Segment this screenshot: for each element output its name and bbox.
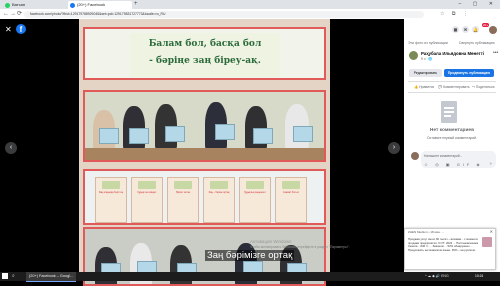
no-comments-title: Нет комментариев xyxy=(429,128,475,133)
profile-avatar[interactable] xyxy=(489,26,497,34)
search-icon[interactable]: ⌕ xyxy=(12,273,15,279)
banner-line-2: - бәріңе заң біреу-ақ. xyxy=(149,56,261,66)
edit-button[interactable]: Редактировать xyxy=(409,69,442,77)
comment-button[interactable]: 💬 Комментировать xyxy=(438,83,470,91)
commenter-avatar xyxy=(411,152,419,160)
tab-facebook[interactable]: (20+) Facebook xyxy=(68,1,132,9)
notification-thumbnail xyxy=(482,237,492,247)
photo-collage: Балам бол, басқа бол - бәріңе заң біреу-… xyxy=(79,19,330,286)
banner-panel: Балам бол, басқа бол - бәріңе заң біреу-… xyxy=(83,27,326,80)
post-actions: 👍 Нравится 💬 Комментировать ↪ Поделиться xyxy=(408,83,496,91)
divider xyxy=(408,92,496,93)
clock[interactable]: 10:24 xyxy=(475,272,483,281)
whatsapp-icon xyxy=(5,2,10,8)
close-icon[interactable]: ✕ xyxy=(490,230,493,234)
facebook-icon xyxy=(70,2,75,8)
post-links: Эти фото из публикации Свернуть публикац… xyxy=(408,41,500,45)
notification-header: ZHEN Medium • 18 мин. ... xyxy=(408,230,445,234)
tab-whatsapp[interactable]: Ватсап xyxy=(3,1,67,9)
students-panel-1 xyxy=(83,90,326,162)
url-field[interactable]: facebook.com/photo/?fbid=129179788929045… xyxy=(24,10,424,18)
no-comments-subtitle: Оставьте первый комментарий. xyxy=(427,136,477,140)
facebook-logo-icon[interactable]: f xyxy=(16,24,26,34)
extension-icons[interactable]: ☆ ⧉ ⋮ xyxy=(440,9,471,19)
posters-panel: Заң алдында бәрі тең Құқық пен міндет Әд… xyxy=(83,169,326,225)
close-icon[interactable]: ✕ xyxy=(5,25,12,34)
previous-photo-button[interactable]: ‹ xyxy=(5,142,17,154)
share-button[interactable]: ↪ Поделиться xyxy=(472,83,495,91)
tab-label: Ватсап xyxy=(12,2,25,7)
collapse-post-link[interactable]: Свернуть публикацию xyxy=(459,41,495,45)
notifications-icon[interactable]: 🔔 xyxy=(472,26,479,33)
reload-icon[interactable]: ⟳ xyxy=(17,9,22,19)
promote-post-button[interactable]: Продвинуть публикацию xyxy=(444,69,494,77)
more-options-icon[interactable]: ••• xyxy=(493,50,498,56)
system-tray[interactable]: ^ ☁ ◆ 🔊 ENG xyxy=(425,272,449,281)
comment-tool-icons[interactable]: ☺ ◎ ▣ GIF ◈ xyxy=(424,162,483,167)
notification-count-badge: 20+ xyxy=(482,23,490,27)
comment-placeholder: Напишите комментарий... xyxy=(424,154,463,158)
send-icon[interactable]: ➤ xyxy=(489,161,493,167)
forward-icon[interactable]: → xyxy=(10,9,16,19)
next-photo-button[interactable]: › xyxy=(388,142,400,154)
author-name[interactable]: Раҳубала Ильядовна Мөнетті xyxy=(421,51,484,56)
divider xyxy=(408,81,496,82)
back-icon[interactable]: ← xyxy=(3,9,9,19)
messenger-icon[interactable]: ✉ xyxy=(462,26,469,33)
slogan-banner: Балам бол, басқа бол - бәріңе заң біреу-… xyxy=(130,33,280,77)
tab-label: (20+) Facebook xyxy=(77,2,106,7)
photos-from-post-link[interactable]: Эти фото из публикации xyxy=(408,41,448,45)
post-meta: 9 ч · 🌐 xyxy=(421,57,433,61)
like-button[interactable]: 👍 Нравится xyxy=(414,83,434,91)
windows-start-icon[interactable] xyxy=(2,273,8,279)
menu-grid-icon[interactable]: ▦ xyxy=(452,26,459,33)
author-avatar[interactable] xyxy=(409,51,418,60)
window-controls[interactable]: – ▢ ✕ xyxy=(459,0,498,8)
banner-line-1: Балам бол, басқа бол xyxy=(148,39,262,49)
notification-toast[interactable]: ZHEN Medium • 18 мин. ... ✕ Продажа услу… xyxy=(404,228,496,270)
new-tab-button[interactable]: + xyxy=(134,1,138,8)
empty-comments-icon xyxy=(441,101,457,123)
video-caption: Заң бәрімізге ортақ xyxy=(205,250,295,261)
notification-body: Продажа услуг иного 60 тысяч – визовая..… xyxy=(408,237,479,252)
